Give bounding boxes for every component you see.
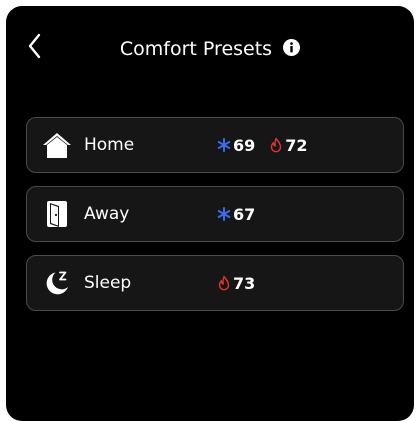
temperature-setpoints: 69 72 [217,118,322,172]
header: Comfort Presets [6,6,414,86]
moon-sleep-icon [46,271,68,295]
home-icon [43,133,71,158]
heat-setpoint: 72 [269,135,308,155]
cool-setpoint: 69 [217,136,255,155]
preset-name: Home [84,135,135,155]
preset-home[interactable]: Home 69 72 [26,117,404,173]
screen: Comfort Presets Home 69 72 Away 67 Sleep… [6,6,414,421]
preset-name: Away [84,204,130,224]
flame-icon [271,137,282,153]
heat-setpoint: 73 [217,274,255,293]
preset-sleep[interactable]: Sleep 73 [26,255,404,311]
preset-away[interactable]: Away 67 [26,186,404,242]
heat-value: 72 [285,135,308,155]
cool-setpoint: 67 [217,205,255,224]
heat-value: 73 [233,273,256,293]
snowflake-icon [217,207,231,221]
temperature-setpoints: 73 [217,256,269,310]
snowflake-icon [217,138,231,152]
flame-icon [218,275,230,291]
temperature-setpoints: 67 [217,187,269,241]
preset-name: Sleep [84,273,132,293]
page-title: Comfort Presets [119,37,273,60]
door-icon [47,201,67,227]
page-header: Comfort Presets [6,35,414,62]
info-icon[interactable] [283,39,301,56]
cool-value: 67 [233,204,256,224]
cool-value: 69 [233,135,256,155]
